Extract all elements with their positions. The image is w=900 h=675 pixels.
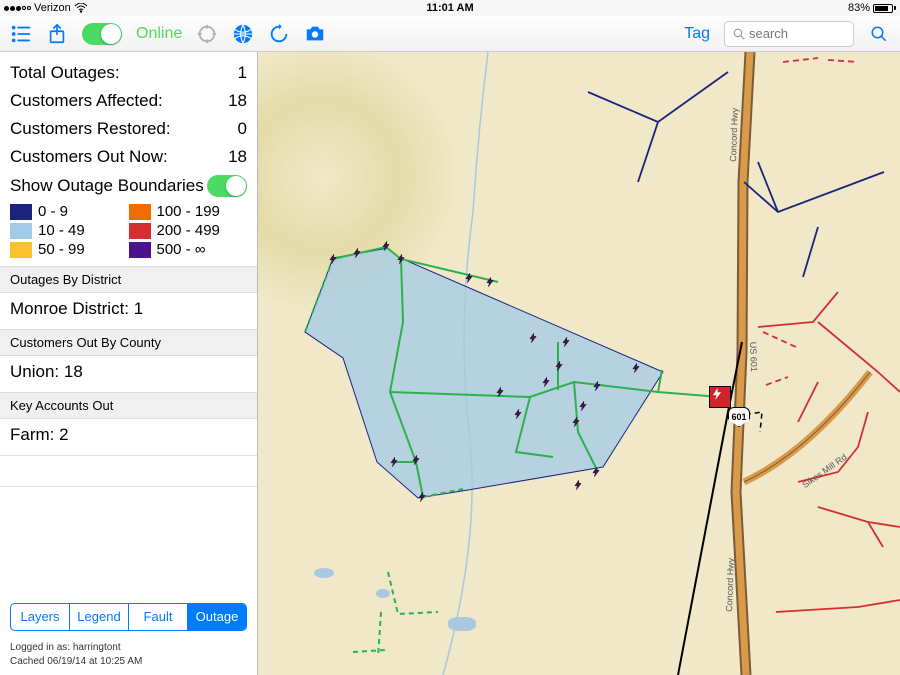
share-icon[interactable] [46, 23, 68, 45]
section-header-county: Customers Out By County [0, 329, 257, 356]
outage-point[interactable] [579, 401, 587, 411]
outage-point[interactable] [514, 409, 522, 419]
search-button[interactable] [868, 23, 890, 45]
outage-panel: Total Outages: 1 Customers Affected: 18 … [0, 52, 258, 675]
label: Customers Restored: [10, 119, 171, 139]
search-input[interactable] [724, 21, 854, 47]
legend-item: 0 - 9 [10, 203, 129, 220]
outage-point[interactable] [418, 492, 426, 502]
status-bar: Verizon 11:01 AM 83% [0, 0, 900, 16]
label: Customers Affected: [10, 91, 163, 111]
stat-total-outages: Total Outages: 1 [10, 63, 247, 83]
swatch [10, 204, 32, 220]
swatch [129, 223, 151, 239]
section-header-district: Outages By District [0, 266, 257, 293]
value: 0 [238, 119, 247, 139]
main-outage-marker[interactable] [709, 386, 731, 408]
battery-pct: 83% [848, 2, 870, 14]
swatch [129, 242, 151, 258]
cached-label: Cached 06/19/14 at 10:25 AM [10, 655, 247, 669]
clock: 11:01 AM [426, 2, 473, 14]
value: 18 [228, 91, 247, 111]
legend: 0 - 9 100 - 199 10 - 49 200 - 499 50 - 9… [10, 203, 247, 258]
outage-point[interactable] [555, 361, 563, 371]
section-value-district: Monroe District: 1 [10, 293, 247, 329]
tab-outage[interactable]: Outage [188, 604, 246, 630]
toolbar: Online Tag [0, 16, 900, 52]
camera-icon[interactable] [304, 23, 326, 45]
road-label-us601: US 601 [748, 342, 759, 372]
outage-point[interactable] [329, 254, 337, 264]
tab-layers[interactable]: Layers [11, 604, 70, 630]
label: Total Outages: [10, 63, 120, 83]
logged-in-label: Logged in as: harringtont [10, 641, 247, 655]
swatch [129, 204, 151, 220]
online-toggle[interactable] [82, 23, 122, 45]
legend-item: 50 - 99 [10, 241, 129, 258]
globe-icon[interactable] [232, 23, 254, 45]
value: 1 [238, 63, 247, 83]
wifi-icon [74, 3, 88, 13]
tab-legend[interactable]: Legend [70, 604, 129, 630]
battery-icon [873, 4, 896, 13]
search-icon [733, 28, 745, 40]
carrier-label: Verizon [34, 2, 71, 14]
outage-point[interactable] [562, 337, 570, 347]
outage-point[interactable] [574, 480, 582, 490]
stat-customers-restored: Customers Restored: 0 [10, 119, 247, 139]
swatch [10, 242, 32, 258]
tab-fault[interactable]: Fault [129, 604, 188, 630]
road-label-concord: Concord Hwy [728, 108, 740, 162]
outage-point[interactable] [465, 273, 473, 283]
legend-item: 10 - 49 [10, 222, 129, 239]
legend-item: 100 - 199 [129, 203, 248, 220]
menu-icon[interactable] [10, 23, 32, 45]
outage-point[interactable] [632, 363, 640, 373]
map-svg [258, 52, 900, 675]
outage-point[interactable] [592, 467, 600, 477]
online-label: Online [136, 25, 182, 43]
road-label-concord2: Concord Hwy [724, 558, 736, 612]
locate-icon[interactable] [196, 23, 218, 45]
label: Customers Out Now: [10, 147, 168, 167]
outage-point[interactable] [529, 333, 537, 343]
panel-footer: Logged in as: harringtont Cached 06/19/1… [0, 641, 257, 675]
signal-strength [4, 6, 31, 11]
outage-point[interactable] [382, 241, 390, 251]
section-value-key-accounts: Farm: 2 [10, 419, 247, 455]
section-value-county: Union: 18 [10, 356, 247, 392]
outage-point[interactable] [353, 248, 361, 258]
tag-button[interactable]: Tag [684, 25, 710, 43]
outage-point[interactable] [486, 277, 494, 287]
legend-item: 500 - ∞ [129, 241, 248, 258]
map-canvas[interactable]: Concord Hwy Concord Hwy US 601 Sikes Mil… [258, 52, 900, 675]
outage-point[interactable] [496, 387, 504, 397]
search-field[interactable] [749, 26, 839, 41]
show-boundaries-toggle[interactable] [207, 175, 247, 197]
legend-item: 200 - 499 [129, 222, 248, 239]
stat-customers-out-now: Customers Out Now: 18 [10, 147, 247, 167]
panel-tabs: Layers Legend Fault Outage [10, 603, 247, 631]
outage-point[interactable] [412, 455, 420, 465]
show-boundaries-label: Show Outage Boundaries [10, 176, 204, 196]
outage-point[interactable] [397, 254, 405, 264]
outage-point[interactable] [542, 377, 550, 387]
swatch [10, 223, 32, 239]
show-boundaries-row: Show Outage Boundaries [10, 175, 247, 197]
outage-point[interactable] [390, 457, 398, 467]
refresh-icon[interactable] [268, 23, 290, 45]
section-header-key-accounts: Key Accounts Out [0, 392, 257, 419]
value: 18 [228, 147, 247, 167]
stat-customers-affected: Customers Affected: 18 [10, 91, 247, 111]
outage-point[interactable] [593, 381, 601, 391]
outage-point[interactable] [572, 417, 580, 427]
